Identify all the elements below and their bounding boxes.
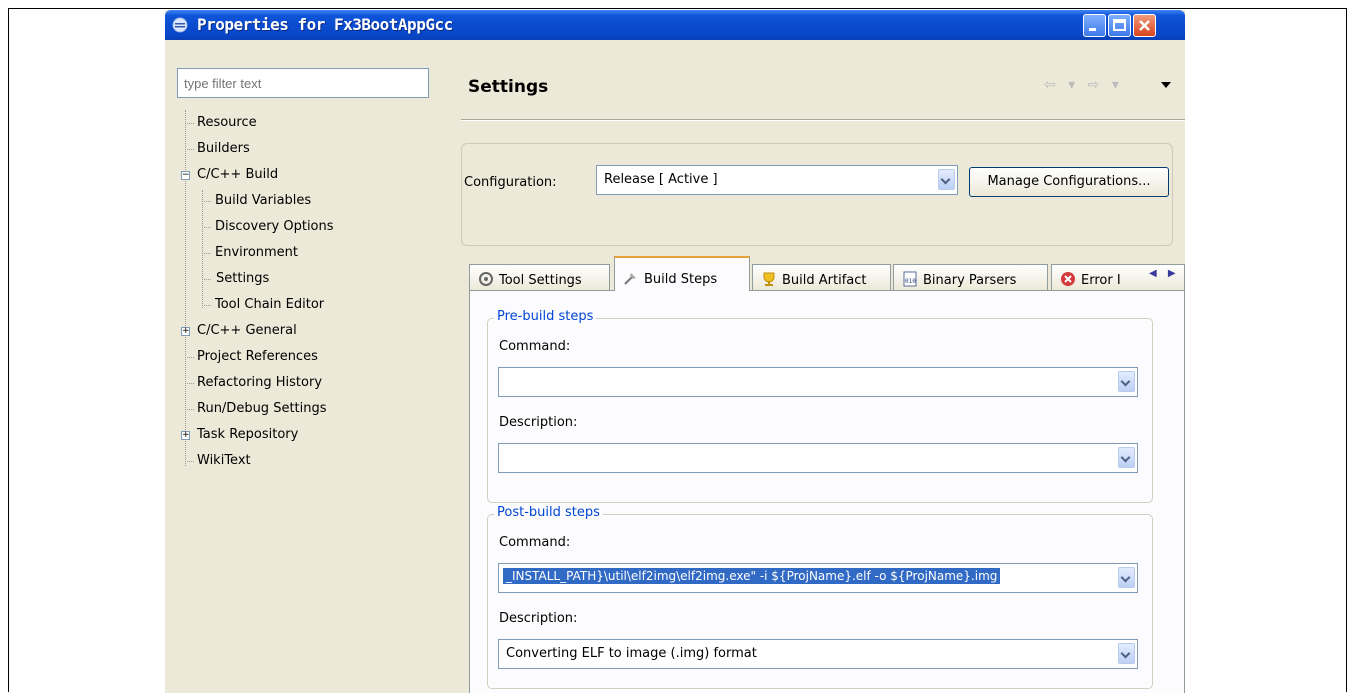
close-button[interactable]	[1133, 14, 1156, 37]
tree-item-cpp-general[interactable]: C/C++ General	[197, 323, 297, 338]
history-nav[interactable]: ⇦ ▾ ⇨ ▾	[1044, 77, 1123, 93]
title-bar[interactable]: Properties for Fx3BootAppGcc	[165, 10, 1185, 40]
pre-command-label: Command:	[499, 339, 571, 354]
build-steps-icon	[624, 273, 636, 285]
tree-item-tool-chain-editor[interactable]: Tool Chain Editor	[215, 297, 324, 312]
tree-guide	[185, 110, 186, 466]
chevron-down-icon[interactable]	[938, 169, 955, 190]
post-command-value: _INSTALL_PATH}\util\elf2img\elf2img.exe"…	[503, 568, 1001, 584]
settings-panel: Settings ⇦ ▾ ⇨ ▾ Configuration: Release …	[444, 55, 1185, 693]
tree-connector	[202, 279, 211, 280]
collapse-icon[interactable]: −	[181, 171, 190, 180]
title-separator	[461, 119, 1185, 121]
tree-connector	[185, 461, 194, 462]
configuration-select[interactable]: Release [ Active ]	[596, 165, 958, 195]
chevron-down-icon[interactable]	[1118, 567, 1135, 588]
tab-label: Build Artifact	[782, 273, 867, 288]
pre-build-title: Pre-build steps	[494, 309, 597, 324]
chevron-down-icon[interactable]	[1118, 371, 1135, 392]
error-icon	[1061, 272, 1075, 286]
tree-item-build-variables[interactable]: Build Variables	[215, 193, 311, 208]
tab-binary-parsers[interactable]: 010 Binary Parsers	[893, 264, 1048, 290]
tab-build-artifact[interactable]: Build Artifact	[752, 264, 891, 290]
tab-label: Binary Parsers	[923, 273, 1017, 288]
tab-tool-settings[interactable]: Tool Settings	[469, 264, 610, 290]
tree-item-builders[interactable]: Builders	[197, 141, 250, 156]
post-build-title: Post-build steps	[494, 505, 603, 520]
pre-description-label: Description:	[499, 415, 578, 430]
tree-item-cpp-build[interactable]: C/C++ Build	[197, 167, 278, 182]
tree-item-refactoring-history[interactable]: Refactoring History	[197, 375, 322, 390]
tab-label: Tool Settings	[499, 273, 582, 288]
configuration-label: Configuration:	[464, 175, 557, 190]
tab-label: Error I	[1081, 273, 1121, 288]
maximize-icon	[1113, 19, 1126, 31]
post-command-input[interactable]: _INSTALL_PATH}\util\elf2img\elf2img.exe"…	[498, 563, 1138, 593]
page-title: Settings	[468, 77, 549, 97]
pre-description-input[interactable]	[498, 443, 1138, 473]
window-title: Properties for Fx3BootAppGcc	[197, 15, 453, 34]
tree-item-wikitext[interactable]: WikiText	[197, 453, 251, 468]
tree-connector	[202, 253, 211, 254]
post-command-label: Command:	[499, 535, 571, 550]
chevron-down-icon[interactable]	[1118, 447, 1135, 468]
tab-build-steps[interactable]: Build Steps	[614, 256, 750, 291]
tree-item-resource[interactable]: Resource	[197, 115, 257, 130]
eclipse-properties-icon	[172, 17, 188, 33]
tree-item-project-references[interactable]: Project References	[197, 349, 318, 364]
expand-icon[interactable]: +	[181, 431, 190, 440]
tool-settings-icon	[479, 272, 493, 286]
minimize-button[interactable]	[1083, 14, 1106, 37]
properties-dialog: Properties for Fx3BootAppGcc Resource Bu…	[165, 10, 1185, 693]
settings-tabs: Tool Settings Build Steps Build Artifact…	[469, 256, 1185, 291]
minimize-icon	[1089, 28, 1096, 31]
chevron-down-icon[interactable]	[1118, 643, 1135, 664]
view-menu-icon[interactable]	[1161, 82, 1171, 88]
tree-connector	[202, 201, 211, 202]
tree-connector	[185, 123, 194, 124]
close-icon	[1139, 20, 1150, 31]
expand-icon[interactable]: +	[181, 327, 190, 336]
tree-item-discovery-options[interactable]: Discovery Options	[215, 219, 334, 234]
post-description-value: Converting ELF to image (.img) format	[506, 646, 757, 661]
build-steps-page: Pre-build steps Command: Description: Po…	[469, 290, 1185, 693]
pre-build-group	[487, 318, 1153, 503]
tree-connector	[202, 227, 211, 228]
post-description-input[interactable]: Converting ELF to image (.img) format	[498, 639, 1138, 669]
maximize-button[interactable]	[1108, 14, 1131, 37]
tree-connector	[185, 409, 194, 410]
filter-input[interactable]	[177, 68, 429, 98]
post-description-label: Description:	[499, 611, 578, 626]
manage-configurations-button[interactable]: Manage Configurations...	[969, 167, 1169, 197]
tree-item-run-debug-settings[interactable]: Run/Debug Settings	[197, 401, 327, 416]
tree-guide	[202, 190, 203, 308]
configuration-value: Release [ Active ]	[604, 172, 718, 187]
tree-item-environment[interactable]: Environment	[215, 245, 298, 260]
tree-item-settings[interactable]: Settings	[215, 271, 273, 286]
binary-parsers-icon: 010	[903, 271, 917, 287]
tree-connector	[185, 383, 194, 384]
tab-scroll-arrows-icon[interactable]: ◀ ▶	[1149, 268, 1180, 279]
tree-connector	[185, 149, 194, 150]
tab-label: Build Steps	[644, 272, 718, 287]
pre-command-input[interactable]	[498, 367, 1138, 397]
tree-connector	[202, 305, 211, 306]
build-artifact-icon	[763, 272, 775, 286]
tree-item-task-repository[interactable]: Task Repository	[197, 427, 298, 442]
tree-connector	[185, 357, 194, 358]
svg-text:010: 010	[905, 278, 916, 285]
